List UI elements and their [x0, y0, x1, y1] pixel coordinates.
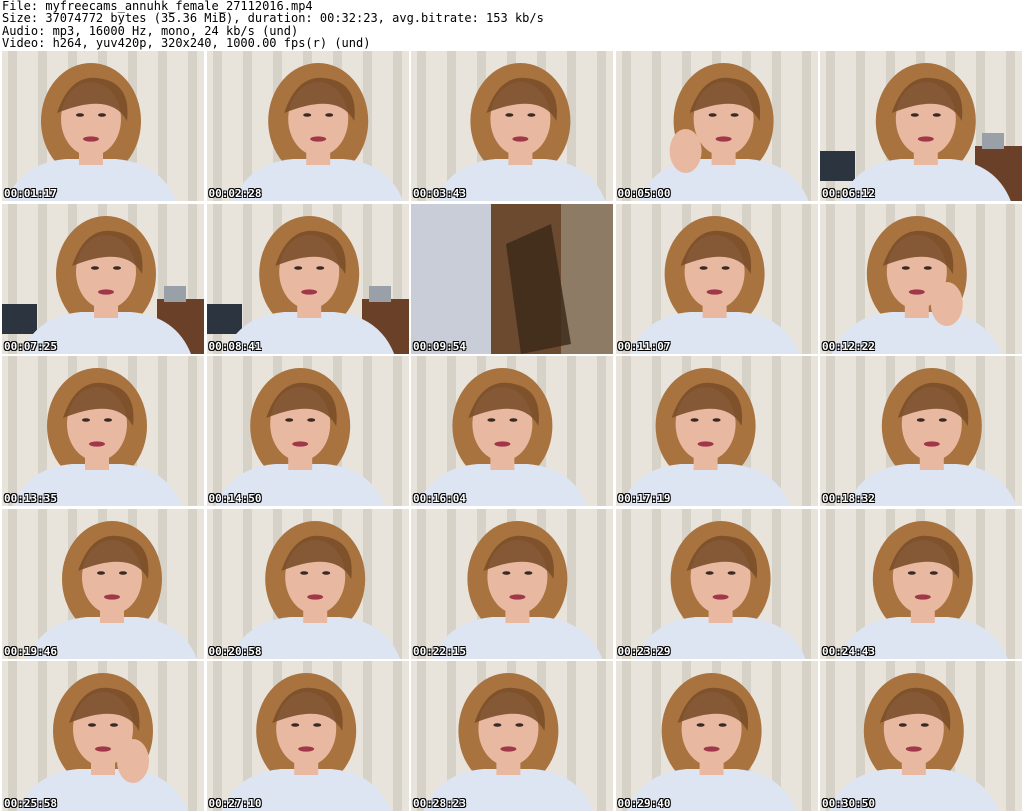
video-frame-thumbnail: 00:19:46	[2, 508, 204, 659]
frame-image	[615, 356, 818, 506]
video-frame-thumbnail: 00:25:58	[2, 661, 204, 811]
frame-image	[2, 203, 204, 354]
contact-sheet-header: File: myfreecams_annuhk_female_27112016.…	[2, 0, 1022, 50]
video-frame-thumbnail: 00:13:35	[2, 356, 204, 506]
video-frame-thumbnail: 00:14:50	[206, 356, 409, 506]
frame-timestamp: 00:11:07	[617, 339, 671, 353]
video-frame-thumbnail: 00:27:10	[206, 661, 409, 811]
frame-timestamp: 00:09:54	[413, 339, 466, 353]
frame-image	[206, 661, 409, 811]
video-frame-thumbnail: 00:01:17	[2, 51, 204, 201]
frame-image	[2, 508, 204, 659]
video-frame-thumbnail: 00:17:19	[615, 356, 818, 506]
frame-timestamp: 00:08:41	[208, 339, 262, 353]
video-frame-thumbnail: 00:05:00	[615, 51, 818, 201]
video-frame-thumbnail: 00:12:22	[820, 203, 1022, 354]
video-frame-thumbnail: 00:20:58	[206, 508, 409, 659]
video-frame-thumbnail: 00:06:12	[820, 51, 1022, 201]
frame-timestamp: 00:02:28	[208, 187, 262, 200]
frame-timestamp: 00:27:10	[208, 797, 262, 810]
frame-image	[820, 508, 1022, 659]
frame-image	[2, 51, 204, 201]
frame-timestamp: 00:05:00	[617, 187, 671, 200]
frame-timestamp: 00:17:19	[617, 492, 671, 505]
frame-timestamp: 00:12:22	[822, 339, 875, 353]
frame-timestamp: 00:25:58	[4, 797, 57, 810]
frame-timestamp: 00:19:46	[4, 644, 57, 658]
video-frame-thumbnail: 00:16:04	[411, 356, 613, 506]
frame-timestamp: 00:14:50	[208, 492, 262, 505]
frame-image	[411, 51, 613, 201]
frame-image	[615, 51, 818, 201]
frame-image	[206, 508, 409, 659]
frame-image	[820, 203, 1022, 354]
frame-timestamp: 00:06:12	[822, 187, 875, 200]
frame-timestamp: 00:24:43	[822, 644, 875, 658]
frame-image	[206, 51, 409, 201]
frame-timestamp: 00:22:15	[413, 644, 466, 658]
frame-timestamp: 00:23:29	[617, 644, 671, 658]
frame-timestamp: 00:07:25	[4, 339, 57, 353]
frame-timestamp: 00:18:32	[822, 492, 875, 505]
video-frame-thumbnail: 00:03:43	[411, 51, 613, 201]
thumbnail-grid: 00:01:17 00:02:28 00:03:43 00:05:00 00:06:12…	[2, 51, 1022, 811]
frame-image	[2, 356, 204, 506]
video-frame-thumbnail: 00:22:15	[411, 508, 613, 659]
frame-timestamp: 00:13:35	[4, 492, 57, 505]
video-frame-thumbnail: 00:02:28	[206, 51, 409, 201]
frame-image	[206, 203, 409, 354]
frame-image	[615, 508, 818, 659]
frame-image	[411, 661, 613, 811]
frame-image	[820, 661, 1022, 811]
frame-image	[206, 356, 409, 506]
frame-timestamp: 00:30:50	[822, 797, 875, 810]
video-info-line: Video: h264, yuv420p, 320x240, 1000.00 f…	[2, 36, 371, 51]
frame-timestamp: 00:29:40	[617, 797, 671, 810]
frame-timestamp: 00:28:23	[413, 797, 466, 810]
frame-image	[615, 661, 818, 811]
video-frame-thumbnail: 00:09:54	[411, 203, 613, 354]
frame-image	[411, 356, 613, 506]
frame-timestamp: 00:20:58	[208, 644, 262, 658]
video-frame-thumbnail: 00:30:50	[820, 661, 1022, 811]
video-frame-thumbnail: 00:07:25	[2, 203, 204, 354]
frame-image	[2, 661, 204, 811]
frame-image	[615, 203, 818, 354]
video-frame-thumbnail: 00:24:43	[820, 508, 1022, 659]
file-size-line: Size: 37074772 bytes (35.36 MiB), durati…	[2, 11, 544, 26]
frame-image	[411, 203, 613, 354]
frame-image	[820, 51, 1022, 201]
video-frame-thumbnail: 00:11:07	[615, 203, 818, 354]
frame-image	[820, 356, 1022, 506]
frame-timestamp: 00:03:43	[413, 187, 466, 200]
video-frame-thumbnail: 00:08:41	[206, 203, 409, 354]
frame-timestamp: 00:01:17	[4, 187, 57, 200]
video-frame-thumbnail: 00:29:40	[615, 661, 818, 811]
video-frame-thumbnail: 00:18:32	[820, 356, 1022, 506]
video-frame-thumbnail: 00:23:29	[615, 508, 818, 659]
video-frame-thumbnail: 00:28:23	[411, 661, 613, 811]
frame-timestamp: 00:16:04	[413, 492, 466, 505]
frame-image	[411, 508, 613, 659]
